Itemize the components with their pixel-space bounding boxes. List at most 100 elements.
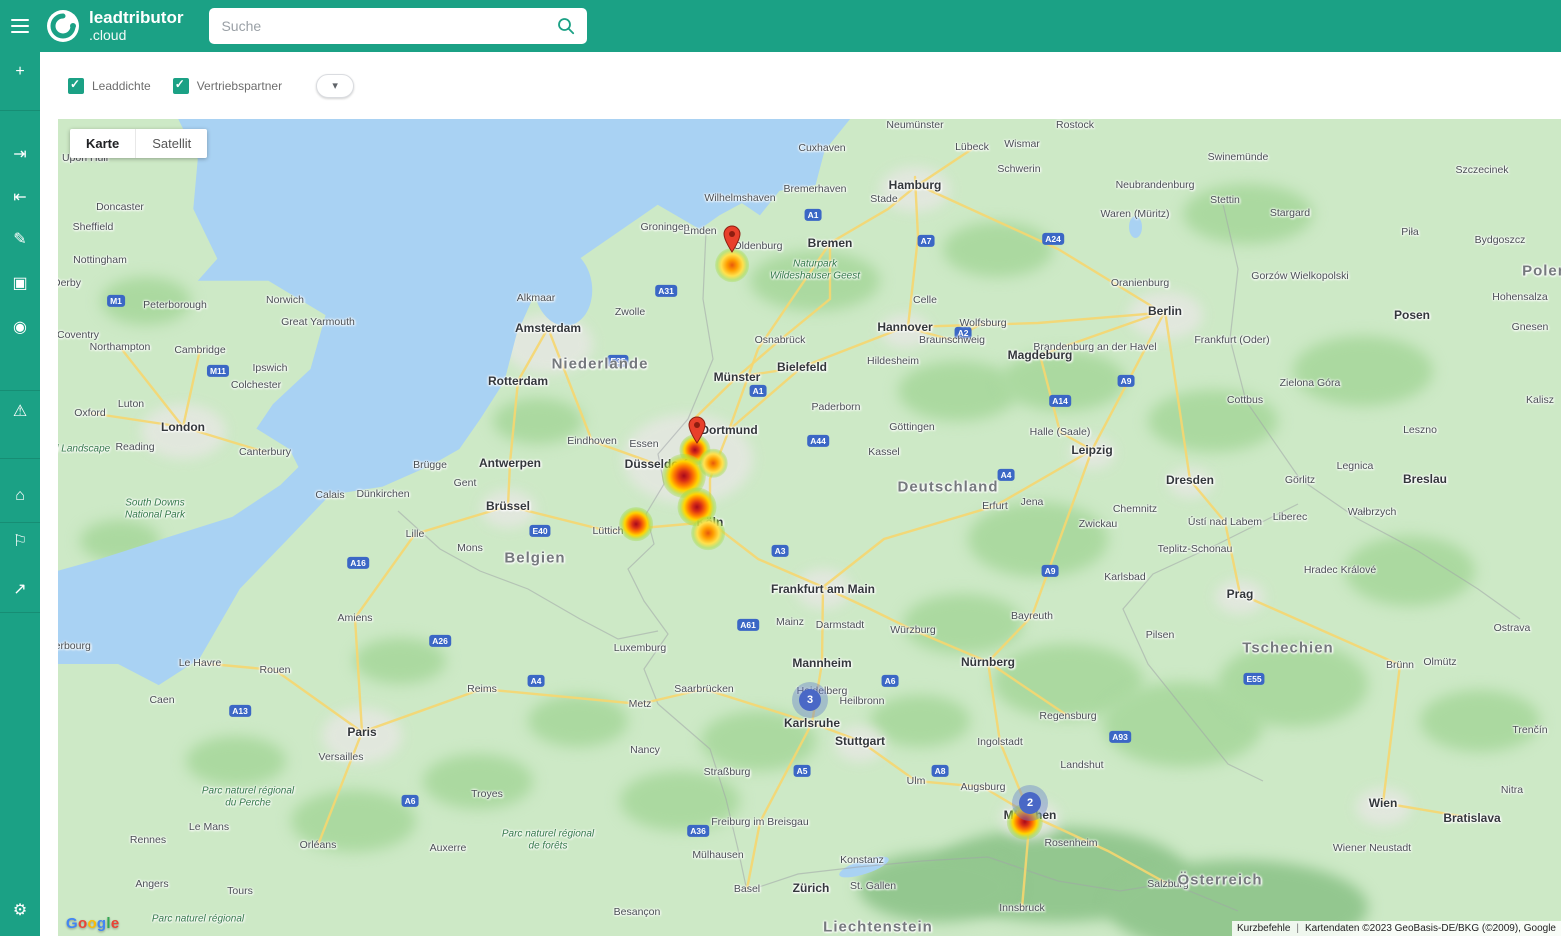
map-label-town: Brügge: [413, 459, 447, 471]
expand-filters-button[interactable]: ▾: [316, 74, 354, 98]
map-label-town: Versailles: [319, 751, 364, 763]
map-label-park: Naturpark Wildeshauser Geest: [768, 259, 863, 282]
map-route-icon: ⚐: [13, 531, 27, 551]
map-label-town: Piła: [1401, 226, 1419, 238]
shortcuts-link[interactable]: Kurzbefehle: [1237, 923, 1290, 934]
map-label-town: Wolfsburg: [959, 317, 1006, 329]
filter-leaddichte[interactable]: Leaddichte: [68, 78, 151, 94]
heatmap-spot: [619, 507, 653, 541]
map-label-town: Angers: [135, 878, 168, 890]
map-label-city: Zürich: [793, 881, 830, 895]
google-logo[interactable]: Google: [66, 915, 120, 932]
map-label-country: Belgien: [504, 550, 565, 567]
map-label-town: Oxford: [74, 407, 106, 419]
cluster-marker[interactable]: 2: [1012, 785, 1048, 821]
road-shield: A44: [807, 435, 829, 447]
heatmap-spot: [699, 449, 728, 478]
road-shield: A5: [794, 765, 811, 777]
map-type-button-map[interactable]: Karte: [70, 129, 135, 158]
sidebar-item-add[interactable]: +: [0, 54, 40, 90]
map-label-town: Hildesheim: [867, 355, 919, 367]
sign-out-icon: ⇤: [13, 187, 26, 207]
map-label-town: Waren (Müritz): [1100, 208, 1169, 220]
sidebar-divider: [0, 110, 40, 111]
map-label-park: Parc naturel régional de forêts: [501, 829, 596, 852]
road-shield: A4: [528, 675, 545, 687]
map-label-country: Liechtenstein: [823, 919, 933, 936]
add-icon: +: [15, 63, 24, 81]
sidebar-item-sign-in[interactable]: ⇥: [0, 136, 40, 172]
filter-vertriebspartner[interactable]: Vertriebspartner: [173, 78, 282, 94]
map-label-town: Pilsen: [1146, 629, 1175, 641]
cluster-marker[interactable]: 3: [792, 682, 828, 718]
sidebar-item-bank[interactable]: ⌂: [0, 478, 40, 514]
road-shield: A1: [750, 385, 767, 397]
sidebar-item-sign-out[interactable]: ⇤: [0, 179, 40, 215]
map-label-town: Peterborough: [143, 299, 207, 311]
map-label-city: Antwerpen: [479, 456, 541, 470]
map-label-town: Straßburg: [704, 766, 751, 778]
filter-label-vertriebspartner: Vertriebspartner: [197, 79, 282, 93]
map-label-town: Liberec: [1273, 511, 1307, 523]
map-label-town: Northampton: [90, 341, 151, 353]
checkbox-vertriebspartner[interactable]: [173, 78, 189, 94]
map-label-town: Kalisz: [1526, 394, 1554, 406]
map-label-town: Tours: [227, 885, 253, 897]
map-label-town: Olmütz: [1423, 656, 1456, 668]
map-label-town: Szczecinek: [1455, 164, 1508, 176]
map-canvas[interactable]: Karte Satellit Google Kurzbefehle | Kart…: [58, 119, 1561, 936]
map-label-town: Erfurt: [982, 500, 1008, 512]
map-label-city: Amsterdam: [515, 321, 581, 335]
map-label-town: Göttingen: [889, 421, 935, 433]
chevron-down-icon: ▾: [332, 79, 338, 92]
sidebar: + ⇥ ⇤ ✎ ▣ ◉ ⚠ ⌂ ⚐ ↗ ⚙: [0, 52, 40, 936]
map-label-town: Amiens: [337, 612, 372, 624]
map-label-town: Trenčín: [1512, 724, 1547, 736]
map-label-town: Luton: [118, 398, 144, 410]
search-input[interactable]: [221, 18, 557, 34]
search-icon[interactable]: [557, 17, 575, 35]
preview-icon: ◉: [13, 317, 27, 337]
sidebar-item-alert[interactable]: ⚠: [0, 393, 40, 429]
edit-icon: ✎: [13, 229, 26, 249]
map-label-town: Hradec Králové: [1304, 564, 1376, 576]
map-marker-pin[interactable]: [688, 416, 706, 449]
sidebar-item-archive[interactable]: ▣: [0, 265, 40, 301]
road-shield: A6: [882, 675, 899, 687]
map-label-town: Regensburg: [1039, 710, 1096, 722]
checkbox-leaddichte[interactable]: [68, 78, 84, 94]
map-label-town: Frankfurt (Oder): [1194, 334, 1269, 346]
map-label-town: Zielona Góra: [1280, 377, 1341, 389]
logo-icon: [46, 9, 80, 43]
app-logo: leadtributor .cloud: [46, 9, 183, 43]
map-label-town: Wiener Neustadt: [1333, 842, 1411, 854]
sidebar-item-settings[interactable]: ⚙: [0, 892, 40, 928]
map-label-town: Oranienburg: [1111, 277, 1169, 289]
road-shield: M11: [207, 365, 229, 377]
map-label-town: Groningen: [640, 221, 689, 233]
sidebar-item-preview[interactable]: ◉: [0, 309, 40, 345]
sidebar-item-trend[interactable]: ↗: [0, 571, 40, 607]
map-label-town: Bydgoszcz: [1475, 234, 1526, 246]
sidebar-divider: [0, 390, 40, 391]
hamburger-menu-icon[interactable]: [0, 0, 40, 52]
map-type-button-satellite[interactable]: Satellit: [135, 129, 207, 158]
map-label-town: St. Gallen: [850, 880, 896, 892]
map-label-town: Lille: [406, 528, 425, 540]
map-marker-pin[interactable]: [723, 225, 741, 258]
map-label-country: Niederlande: [552, 356, 649, 373]
map-label-town: Würzburg: [890, 624, 936, 636]
sidebar-divider: [0, 458, 40, 459]
map-label-city: Berlin: [1148, 304, 1182, 318]
map-label-city: Paris: [347, 725, 376, 739]
sidebar-item-edit[interactable]: ✎: [0, 221, 40, 257]
sidebar-item-map-route[interactable]: ⚐: [0, 523, 40, 559]
map-label-town: Auxerre: [430, 842, 467, 854]
map-label-town: Mainz: [776, 616, 804, 628]
map-label-town: Derby: [58, 277, 81, 289]
forest-patch: [186, 736, 286, 786]
map-label-town: Calais: [315, 489, 344, 501]
map-label-town: Le Havre: [179, 657, 222, 669]
map-label-town: Gorzów Wielkopolski: [1251, 270, 1348, 282]
map-label-town: Stettin: [1210, 194, 1240, 206]
